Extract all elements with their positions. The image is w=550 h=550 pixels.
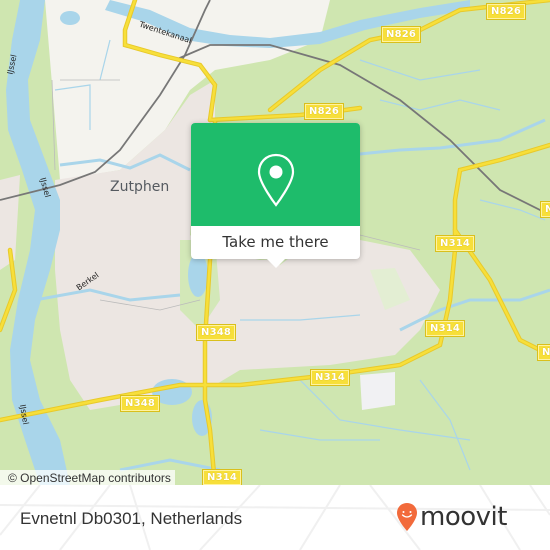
popup-header (191, 123, 360, 226)
road-label-n314: N314 (424, 320, 466, 337)
road-label-n826: N826 (485, 3, 527, 20)
map-attribution[interactable]: © OpenStreetMap contributors (0, 470, 175, 485)
place-label-zutphen: Zutphen (110, 179, 170, 195)
popup-pointer (267, 259, 285, 268)
moovit-smiley-pin-icon (397, 503, 417, 531)
footer-bar: Evnetnl Db0301, Netherlands moovit (0, 485, 550, 550)
road-label-n826: N826 (303, 103, 345, 120)
road-label-n826: N826 (380, 26, 422, 43)
road-label-n314: N314 (309, 369, 351, 386)
moovit-wordmark: moovit (420, 502, 507, 532)
take-me-there-button[interactable]: Take me there (191, 226, 360, 259)
map-view[interactable]: Zutphen Twentekanaal IJssel IJssel IJsse… (0, 0, 550, 485)
road-label-n348: N348 (195, 324, 237, 341)
moovit-logo[interactable]: moovit (396, 497, 507, 537)
road-label-n3: N3 (540, 201, 550, 218)
map-pin-icon (257, 153, 295, 207)
destination-popup: Take me there (191, 123, 360, 268)
road-label-n314: N314 (201, 469, 243, 485)
road-label-n348: N348 (119, 395, 161, 412)
road-label-n314: N314 (434, 235, 476, 252)
road-label-n314: N314 (536, 344, 550, 361)
place-name: Evnetnl Db0301, Netherlands (20, 509, 243, 528)
